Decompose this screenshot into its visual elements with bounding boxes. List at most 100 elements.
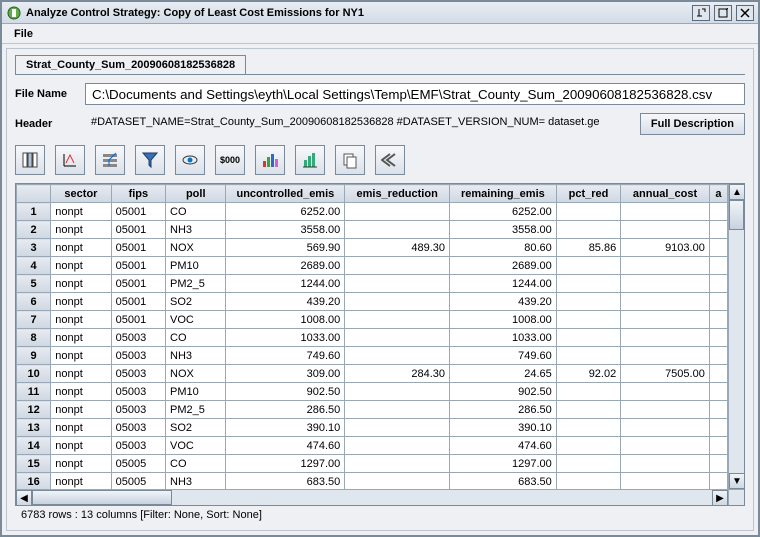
row-number[interactable]: 15: [17, 455, 51, 473]
cell-truncated[interactable]: [709, 221, 727, 239]
table-row[interactable]: 13nonpt05003SO2390.10390.10: [17, 419, 728, 437]
maximize-button[interactable]: [714, 5, 732, 21]
vscroll-track[interactable]: [729, 200, 744, 473]
table-row[interactable]: 10nonpt05003NOX309.00284.3024.6592.02750…: [17, 365, 728, 383]
close-button[interactable]: [736, 5, 754, 21]
cell-fips[interactable]: 05001: [111, 203, 165, 221]
cell-emis-reduction[interactable]: [345, 311, 450, 329]
vertical-scrollbar[interactable]: ▲ ▼: [728, 184, 744, 489]
cell-poll[interactable]: NH3: [166, 473, 226, 490]
cell-emis-reduction[interactable]: [345, 437, 450, 455]
cell-pct-red[interactable]: [556, 221, 620, 239]
row-number[interactable]: 14: [17, 437, 51, 455]
cell-fips[interactable]: 05001: [111, 221, 165, 239]
cell-uncontrolled-emis[interactable]: 1008.00: [226, 311, 345, 329]
cell-pct-red[interactable]: [556, 383, 620, 401]
cell-truncated[interactable]: [709, 473, 727, 490]
cell-pct-red[interactable]: [556, 419, 620, 437]
cell-fips[interactable]: 05001: [111, 257, 165, 275]
cell-fips[interactable]: 05003: [111, 419, 165, 437]
cell-pct-red[interactable]: [556, 347, 620, 365]
cell-uncontrolled-emis[interactable]: 286.50: [226, 401, 345, 419]
cell-fips[interactable]: 05005: [111, 473, 165, 490]
cell-truncated[interactable]: [709, 437, 727, 455]
cell-poll[interactable]: CO: [166, 455, 226, 473]
cell-sector[interactable]: nonpt: [51, 383, 111, 401]
cell-remaining-emis[interactable]: 1297.00: [450, 455, 557, 473]
table-row[interactable]: 14nonpt05003VOC474.60474.60: [17, 437, 728, 455]
cell-emis-reduction[interactable]: 284.30: [345, 365, 450, 383]
cell-emis-reduction[interactable]: 489.30: [345, 239, 450, 257]
sort-button[interactable]: [55, 145, 85, 175]
cell-sector[interactable]: nonpt: [51, 329, 111, 347]
cell-poll[interactable]: NOX: [166, 239, 226, 257]
cell-remaining-emis[interactable]: 749.60: [450, 347, 557, 365]
select-columns-button[interactable]: [15, 145, 45, 175]
row-number[interactable]: 12: [17, 401, 51, 419]
cell-uncontrolled-emis[interactable]: 309.00: [226, 365, 345, 383]
cell-poll[interactable]: VOC: [166, 311, 226, 329]
cell-sector[interactable]: nonpt: [51, 455, 111, 473]
cell-sector[interactable]: nonpt: [51, 239, 111, 257]
cell-sector[interactable]: nonpt: [51, 275, 111, 293]
cell-remaining-emis[interactable]: 439.20: [450, 293, 557, 311]
cell-annual-cost[interactable]: [621, 257, 710, 275]
cell-sector[interactable]: nonpt: [51, 419, 111, 437]
col-fips[interactable]: fips: [111, 185, 165, 203]
scroll-up-button[interactable]: ▲: [729, 184, 745, 200]
cell-truncated[interactable]: [709, 383, 727, 401]
col-poll[interactable]: poll: [166, 185, 226, 203]
table-row[interactable]: 7nonpt05001VOC1008.001008.00: [17, 311, 728, 329]
cell-poll[interactable]: PM2_5: [166, 401, 226, 419]
hscroll-track[interactable]: [32, 490, 712, 505]
hscroll-thumb[interactable]: [32, 490, 172, 505]
filter-button[interactable]: [135, 145, 165, 175]
col-emis-reduction[interactable]: emis_reduction: [345, 185, 450, 203]
cell-poll[interactable]: PM10: [166, 383, 226, 401]
cell-truncated[interactable]: [709, 311, 727, 329]
cell-annual-cost[interactable]: [621, 311, 710, 329]
cell-poll[interactable]: PM2_5: [166, 275, 226, 293]
cell-poll[interactable]: CO: [166, 203, 226, 221]
cell-truncated[interactable]: [709, 275, 727, 293]
col-remaining-emis[interactable]: remaining_emis: [450, 185, 557, 203]
row-number[interactable]: 13: [17, 419, 51, 437]
scroll-right-button[interactable]: ▶: [712, 490, 728, 506]
cell-truncated[interactable]: [709, 203, 727, 221]
cell-sector[interactable]: nonpt: [51, 293, 111, 311]
tab-strat-county-sum[interactable]: Strat_County_Sum_20090608182536828: [15, 55, 246, 74]
table-row[interactable]: 3nonpt05001NOX569.90489.3080.6085.869103…: [17, 239, 728, 257]
vscroll-thumb[interactable]: [729, 200, 744, 230]
cell-uncontrolled-emis[interactable]: 749.60: [226, 347, 345, 365]
cell-uncontrolled-emis[interactable]: 902.50: [226, 383, 345, 401]
cell-fips[interactable]: 05003: [111, 383, 165, 401]
cell-emis-reduction[interactable]: [345, 473, 450, 490]
cell-truncated[interactable]: [709, 401, 727, 419]
cell-remaining-emis[interactable]: 390.10: [450, 419, 557, 437]
table-row[interactable]: 4nonpt05001PM102689.002689.00: [17, 257, 728, 275]
cell-uncontrolled-emis[interactable]: 474.60: [226, 437, 345, 455]
filter-rows-button[interactable]: [95, 145, 125, 175]
cell-uncontrolled-emis[interactable]: 1033.00: [226, 329, 345, 347]
cell-annual-cost[interactable]: [621, 473, 710, 490]
cell-remaining-emis[interactable]: 3558.00: [450, 221, 557, 239]
cell-emis-reduction[interactable]: [345, 257, 450, 275]
cell-fips[interactable]: 05003: [111, 329, 165, 347]
table-row[interactable]: 15nonpt05005CO1297.001297.00: [17, 455, 728, 473]
file-name-input[interactable]: [85, 83, 745, 105]
scroll-left-button[interactable]: ◀: [16, 490, 32, 506]
cell-remaining-emis[interactable]: 1008.00: [450, 311, 557, 329]
col-rownum[interactable]: [17, 185, 51, 203]
minimize-button[interactable]: [692, 5, 710, 21]
full-description-button[interactable]: Full Description: [640, 113, 745, 135]
row-number[interactable]: 16: [17, 473, 51, 490]
cell-truncated[interactable]: [709, 365, 727, 383]
cell-poll[interactable]: VOC: [166, 437, 226, 455]
cell-uncontrolled-emis[interactable]: 569.90: [226, 239, 345, 257]
table-row[interactable]: 6nonpt05001SO2439.20439.20: [17, 293, 728, 311]
cell-uncontrolled-emis[interactable]: 1244.00: [226, 275, 345, 293]
cell-poll[interactable]: PM10: [166, 257, 226, 275]
cell-remaining-emis[interactable]: 6252.00: [450, 203, 557, 221]
cell-fips[interactable]: 05001: [111, 275, 165, 293]
cell-annual-cost[interactable]: [621, 221, 710, 239]
